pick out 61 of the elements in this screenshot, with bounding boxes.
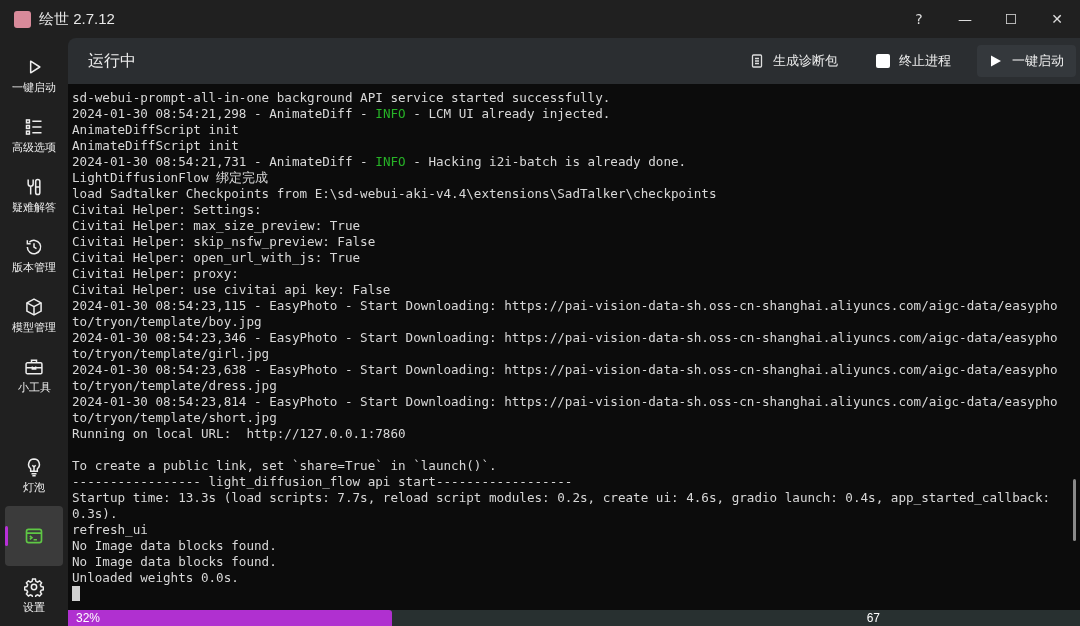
log-line: Civitai Helper: Settings: — [72, 202, 263, 218]
log-line: AnimateDiffScript init — [72, 122, 240, 138]
wrench-icon — [24, 177, 44, 197]
help-button[interactable]: ? — [896, 0, 942, 38]
history-icon — [24, 237, 44, 257]
log-line: Civitai Helper: use civitai api key: False — [72, 282, 392, 298]
sidebar-item[interactable]: 小工具 — [5, 346, 63, 406]
log-line: to/tryon/template/girl.jpg — [72, 346, 271, 362]
settings-icon — [24, 577, 44, 597]
log-line: AnimateDiffScript init — [72, 138, 240, 154]
log-line: Startup time: 13.3s (load scripts: 7.7s, reload script modules: 0.2s, create ui: 4.6s, gradio launch: 0.4s, app_started_callback: — [72, 490, 1052, 506]
sidebar-item[interactable]: 疑难解答 — [5, 166, 63, 226]
sidebar-item[interactable]: 版本管理 — [5, 226, 63, 286]
toolbox-icon — [24, 357, 44, 377]
log-line: Civitai Helper: max_size_preview: True — [72, 218, 362, 234]
log-line: 2024-01-30 08:54:23,814 - EasyPhoto - Start Downloading: https://pai-vision-data-sh.oss-cn-shanghai.aliyuncs.com/aigc-data/easypho — [72, 394, 1059, 410]
log-line: ----------------- light_diffusion_flow api start------------------ — [72, 474, 574, 490]
diagnose-button[interactable]: 生成诊断包 — [738, 45, 850, 77]
sidebar-item[interactable]: 灯泡 — [5, 446, 63, 506]
log-line: sd-webui-prompt-all-in-one background API service started successfully. — [72, 90, 612, 106]
sidebar-item[interactable]: 设置 — [5, 566, 63, 626]
log-line: 2024-01-30 08:54:23,115 - EasyPhoto - Start Downloading: https://pai-vision-data-sh.oss-cn-shanghai.aliyuncs.com/aigc-data/easypho — [72, 298, 1059, 314]
log-line: 2024-01-30 08:54:21,731 - AnimateDiff - INFO - Hacking i2i-batch is already done. — [72, 154, 688, 170]
log-line: Civitai Helper: skip_nsfw_preview: False — [72, 234, 377, 250]
log-line: 2024-01-30 08:54:23,638 - EasyPhoto - Start Downloading: https://pai-vision-data-sh.oss-cn-shanghai.aliyuncs.com/aigc-data/easypho — [72, 362, 1059, 378]
status-text: 67 — [866, 610, 880, 626]
log-line: 2024-01-30 08:54:23,346 - EasyPhoto - Start Downloading: https://pai-vision-data-sh.oss-cn-shanghai.aliyuncs.com/aigc-data/easypho — [72, 330, 1059, 346]
log-line: No Image data blocks found. — [72, 554, 278, 570]
maximize-button[interactable]: ☐ — [988, 0, 1034, 38]
log-line: refresh_ui — [72, 522, 149, 538]
sidebar-item[interactable]: 模型管理 — [5, 286, 63, 346]
cube-icon — [24, 297, 44, 317]
log-line: LightDiffusionFlow 绑定完成 — [72, 170, 270, 186]
log-line: 2024-01-30 08:54:21,298 - AnimateDiff - INFO - LCM UI already injected. — [72, 106, 612, 122]
text-cursor — [72, 586, 80, 601]
log-line: Unloaded weights 0.0s. — [72, 570, 240, 586]
list-icon — [24, 117, 44, 137]
log-line: 0.3s). — [72, 506, 119, 522]
progress-label: 32% — [76, 610, 101, 626]
app-logo-icon — [14, 10, 31, 28]
play-icon — [989, 54, 1003, 68]
sidebar-item[interactable]: 一键启动 — [5, 46, 63, 106]
close-button[interactable]: ✕ — [1034, 0, 1080, 38]
sidebar-item[interactable]: 高级选项 — [5, 106, 63, 166]
log-line: to/tryon/template/dress.jpg — [72, 378, 278, 394]
log-line: to/tryon/template/short.jpg — [72, 410, 278, 426]
panel-title: 运行中 — [88, 50, 137, 71]
log-line: Running on local URL: http://127.0.0.1:7860 — [72, 426, 407, 442]
minimize-button[interactable]: — — [942, 0, 988, 38]
log-line: No Image data blocks found. — [72, 538, 278, 554]
log-line: Civitai Helper: proxy: — [72, 266, 240, 282]
log-line: To create a public link, set `share=True` in `launch()`. — [72, 458, 498, 474]
log-line: Civitai Helper: open_url_with_js: True — [72, 250, 362, 266]
log-line: load Sadtalker Checkpoints from E:\sd-webui-aki-v4.4\extensions\SadTalker\checkpoints — [72, 186, 718, 202]
document-icon — [750, 54, 764, 68]
stop-process-checkbox[interactable]: 终止进程 — [864, 45, 963, 77]
window-title: 绘世 2.7.12 — [39, 9, 116, 29]
terminal-icon — [24, 526, 44, 546]
sidebar-item[interactable] — [5, 506, 63, 566]
launch-button[interactable]: 一键启动 — [977, 45, 1076, 77]
log-line: to/tryon/template/boy.jpg — [72, 314, 263, 330]
